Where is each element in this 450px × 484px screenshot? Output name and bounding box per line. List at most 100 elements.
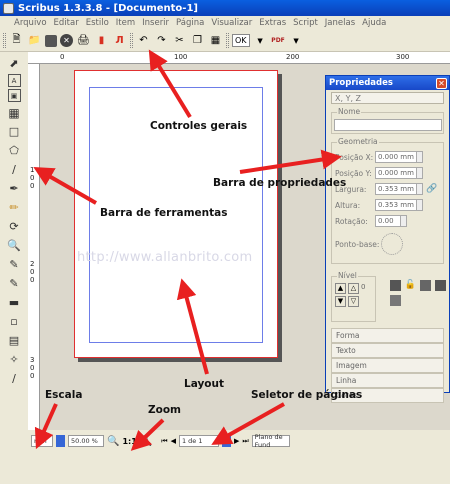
export-pdf-icon[interactable]: Л (112, 33, 127, 48)
rotation-spinner[interactable] (401, 215, 407, 227)
pos-y-row: Posição Y: 0.000 mm (332, 165, 443, 181)
pos-x-row: Posição X: 0.000 mm (332, 149, 443, 165)
line-icon[interactable]: ∕ (5, 161, 23, 178)
rotate-icon[interactable]: ⟳ (5, 218, 23, 235)
size-lock-icon[interactable] (419, 280, 431, 291)
menu-script[interactable]: Script (293, 18, 318, 28)
paste-icon[interactable]: ▦ (208, 33, 223, 48)
width-row: Largura: 0.353 mm 🔗 (332, 181, 443, 197)
unlink-frames-icon[interactable]: ▫ (5, 313, 23, 330)
annotation-barra-de-propriedades: Barra de propriedades (213, 177, 347, 189)
raise-to-top-icon[interactable]: ▲ (335, 283, 346, 294)
edit-text-icon[interactable]: ✎ (5, 275, 23, 292)
preflight-icon[interactable]: ▮ (94, 33, 109, 48)
close-icon[interactable]: ✕ (436, 77, 447, 89)
ruler-label: 100 (174, 53, 188, 61)
edit-content-icon[interactable]: ✎ (5, 256, 23, 273)
unit-select[interactable]: mm (31, 435, 53, 447)
menu-estilo[interactable]: Estilo (86, 18, 109, 28)
freehand-icon[interactable]: ✏ (5, 199, 23, 216)
menu-inserir[interactable]: Inserir (142, 18, 169, 28)
menu-extras[interactable]: Extras (259, 18, 286, 28)
first-page-icon[interactable]: ⏮ (161, 437, 167, 446)
annotation-zoom: Zoom (148, 404, 181, 416)
chevron-down-icon[interactable] (56, 435, 65, 447)
link-frames-icon[interactable]: ▬ (5, 294, 23, 311)
menu-item[interactable]: Item (116, 18, 135, 28)
bezier-icon[interactable]: ✒ (5, 180, 23, 197)
section-texto[interactable]: Texto (331, 343, 444, 358)
chain-link-icon[interactable]: 🔗 (426, 184, 437, 194)
text-frame-icon[interactable]: A (7, 74, 21, 87)
zoom-in-icon[interactable]: 🔍 (140, 436, 152, 447)
pos-x-field[interactable]: 0.000 mm (375, 151, 417, 163)
section-linha[interactable]: Linha (331, 373, 444, 388)
section-imagem[interactable]: Imagem (331, 358, 444, 373)
text-flow-icon[interactable] (389, 295, 401, 306)
undo-icon[interactable]: ↶ (136, 33, 151, 48)
menu-visualizar[interactable]: Visualizar (211, 18, 252, 28)
new-document-icon[interactable]: 🗎 (9, 33, 24, 48)
page-selector[interactable]: 1 de 1 (178, 435, 219, 447)
toolbar-grip[interactable] (3, 33, 6, 48)
ok-button[interactable]: OK (232, 34, 250, 47)
tools-bar: ⬈ A ▣ ▦ □ ⬠ ∕ ✒ ✏ ⟳ 🔍 ✎ ✎ ▬ ▫ ▤ ✧ ∕ (0, 52, 28, 432)
copy-properties-icon[interactable]: ✧ (5, 351, 23, 368)
menu-ajuda[interactable]: Ajuda (362, 18, 386, 28)
eyedropper-icon[interactable]: ∕ (5, 370, 23, 387)
zoom-field[interactable]: 50.00 % (68, 435, 104, 447)
pos-y-field[interactable]: 0.000 mm (375, 167, 417, 179)
polygon-icon[interactable]: ⬠ (5, 142, 23, 159)
print-toggle-icon[interactable] (434, 280, 446, 291)
flip-icon[interactable] (389, 280, 401, 291)
select-arrow-icon[interactable]: ⬈ (5, 55, 23, 72)
pdf-tools-icon[interactable]: PDF (271, 33, 286, 48)
lock-icon[interactable]: 🔓 (405, 280, 416, 291)
dropdown-arrow-icon[interactable]: ▼ (253, 33, 268, 48)
height-spinner[interactable] (417, 199, 423, 211)
properties-title-bar[interactable]: Propriedades ✕ (326, 76, 449, 90)
open-folder-icon[interactable]: 📁 (27, 33, 42, 48)
height-field[interactable]: 0.353 mm (375, 199, 417, 211)
cut-icon[interactable]: ✂ (172, 33, 187, 48)
base-point-selector[interactable] (381, 233, 403, 255)
zoom-reset-button[interactable]: 1:1 (122, 437, 136, 446)
redo-icon[interactable]: ↷ (154, 33, 169, 48)
print-icon[interactable]: 🖨 (76, 33, 91, 48)
dropdown-arrow-icon[interactable]: ▼ (289, 33, 304, 48)
xyz-tab[interactable]: X, Y, Z (331, 92, 444, 104)
name-field[interactable] (334, 119, 442, 131)
zoom-out-icon[interactable]: 🔍 (107, 436, 119, 447)
menu-arquivo[interactable]: Arquivo (14, 18, 47, 28)
measure-icon[interactable]: ▤ (5, 332, 23, 349)
width-field[interactable]: 0.353 mm (375, 183, 417, 195)
close-document-icon[interactable]: ✕ (60, 34, 73, 47)
last-page-icon[interactable]: ⏭ (242, 437, 248, 446)
toolbar-grip[interactable] (130, 33, 133, 48)
rotation-field[interactable]: 0.00 (375, 215, 401, 227)
table-icon[interactable]: ▦ (5, 104, 23, 121)
copy-icon[interactable]: ❐ (190, 33, 205, 48)
save-icon[interactable] (45, 34, 57, 47)
layer-select[interactable]: Plano de Fund (251, 433, 290, 449)
toolbar-grip[interactable] (226, 33, 229, 48)
raise-icon[interactable]: △ (348, 283, 359, 294)
next-page-icon[interactable]: ▶ (234, 437, 239, 445)
width-spinner[interactable] (417, 183, 423, 195)
chevron-down-icon[interactable] (221, 435, 231, 447)
annotation-seletor-de-paginas: Seletor de páginas (251, 389, 363, 401)
menu-editar[interactable]: Editar (54, 18, 79, 28)
shape-icon[interactable]: □ (5, 123, 23, 140)
previous-page-icon[interactable]: ◀ (171, 437, 176, 445)
menu-janelas[interactable]: Janelas (325, 18, 355, 28)
section-forma[interactable]: Forma (331, 328, 444, 343)
zoom-icon[interactable]: 🔍 (5, 237, 23, 254)
image-frame-icon[interactable]: ▣ (7, 89, 21, 102)
lower-icon[interactable]: ▽ (348, 296, 359, 307)
watermark-text: http://www.allanbrito.com (77, 250, 253, 265)
pos-x-spinner[interactable] (417, 151, 423, 163)
pos-y-spinner[interactable] (417, 167, 423, 179)
menu-pagina[interactable]: Página (176, 18, 204, 28)
ruler-label: 0 (30, 276, 35, 284)
lower-to-bottom-icon[interactable]: ▼ (335, 296, 346, 307)
